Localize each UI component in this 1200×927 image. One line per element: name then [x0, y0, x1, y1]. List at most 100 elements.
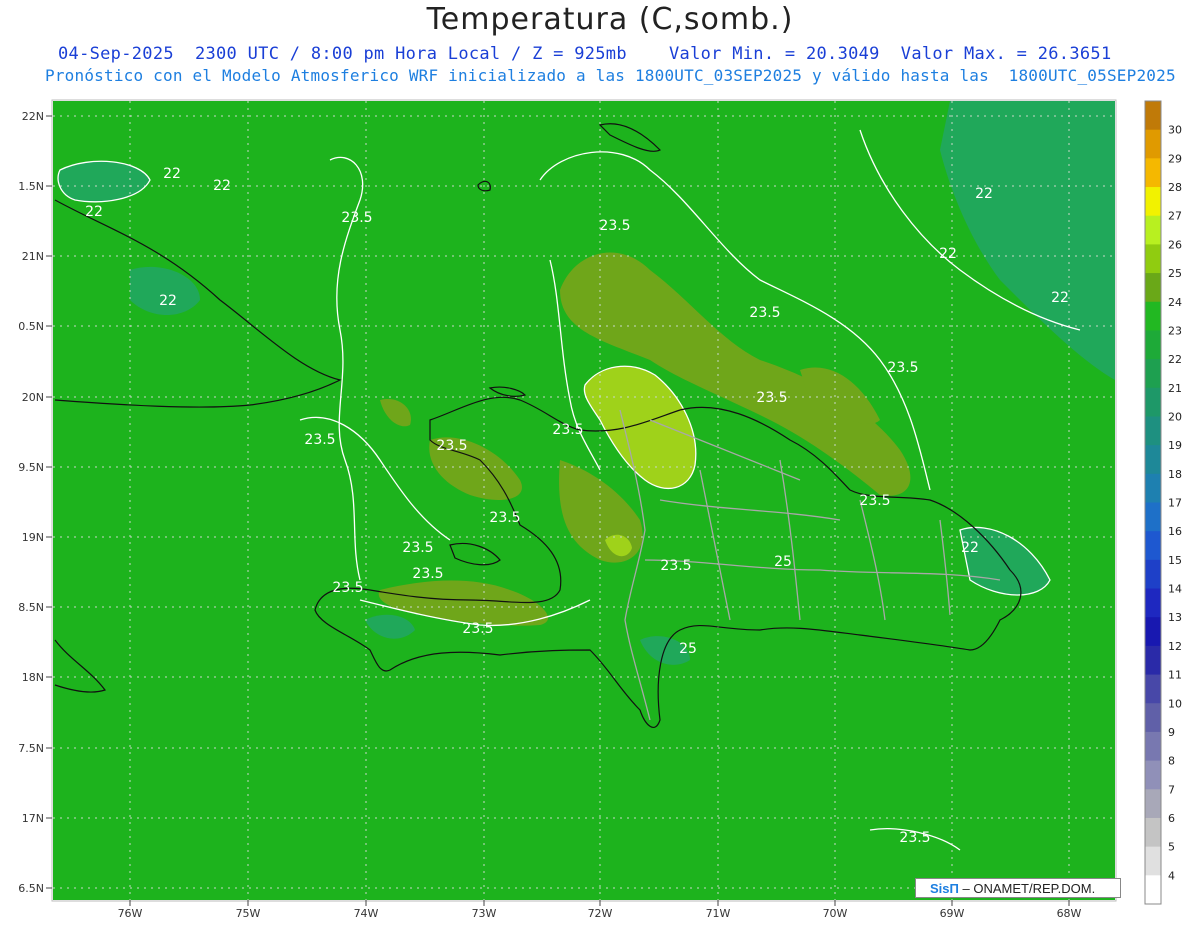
contour-label: 22: [163, 166, 181, 182]
colorbar-swatch: [1145, 387, 1161, 417]
colorbar-swatch: [1145, 187, 1161, 217]
colorbar-label: 4: [1168, 869, 1175, 882]
colorbar-swatch: [1145, 158, 1161, 188]
y-tick-label: 20N: [22, 391, 44, 404]
x-tick-label: 76W: [118, 907, 143, 920]
credit-org: – ONAMET/REP.DOM.: [962, 881, 1096, 896]
colorbar-swatch: [1145, 273, 1161, 303]
colorbar-swatch: [1145, 359, 1161, 389]
colorbar-label: 16: [1168, 525, 1182, 538]
colorbar-swatch: [1145, 645, 1161, 676]
colorbar-swatch: [1145, 846, 1161, 876]
colorbar-swatch: [1145, 531, 1161, 561]
colorbar-label: 13: [1168, 611, 1182, 624]
colorbar-swatch: [1145, 473, 1161, 503]
colorbar-swatch: [1145, 129, 1161, 159]
colorbar-label: 26: [1168, 238, 1182, 251]
colorbar-swatch: [1145, 617, 1161, 647]
colorbar-label: 12: [1168, 640, 1182, 653]
colorbar-label: 23: [1168, 324, 1182, 337]
colorbar-swatch: [1145, 301, 1161, 331]
colorbar-label: 8: [1168, 755, 1175, 768]
colorbar-swatch: [1145, 559, 1161, 590]
y-tick-label: 8.5N: [18, 601, 44, 614]
contour-label: 22: [159, 293, 177, 309]
x-tick-label: 72W: [588, 907, 613, 920]
colorbar-swatch: [1145, 330, 1161, 360]
contour-label: 25: [679, 641, 697, 657]
colorbar-swatch: [1145, 731, 1161, 762]
contour-label: 23.5: [899, 830, 930, 846]
x-tick-label: 75W: [236, 907, 261, 920]
y-tick-label: 21N: [22, 250, 44, 263]
colorbar-swatch: [1145, 875, 1161, 905]
colorbar-swatch: [1145, 674, 1161, 704]
y-tick-label: 9.5N: [18, 461, 44, 474]
y-tick-label: 7.5N: [18, 742, 44, 755]
y-tick-label: 6.5N: [18, 882, 44, 895]
colorbar-label: 5: [1168, 841, 1175, 854]
contour-label: 23.5: [341, 210, 372, 226]
contour-label: 23.5: [402, 540, 433, 556]
colorbar-label: 9: [1168, 726, 1175, 739]
colorbar-label: 29: [1168, 152, 1182, 165]
x-tick-label: 74W: [354, 907, 379, 920]
colorbar-swatch: [1145, 789, 1161, 819]
colorbar-label: 18: [1168, 468, 1182, 481]
colorbar-label: 19: [1168, 439, 1182, 452]
y-tick-label: 17N: [22, 812, 44, 825]
contour-label: 23.5: [859, 493, 890, 509]
contour-label: 23.5: [756, 390, 787, 406]
colorbar-swatch: [1145, 502, 1161, 532]
contour-label: 22: [975, 186, 993, 202]
colorbar-label: 28: [1168, 181, 1182, 194]
colorbar-label: 20: [1168, 410, 1182, 423]
x-tick-label: 70W: [823, 907, 848, 920]
colorbar-swatch: [1145, 101, 1161, 131]
contour-label: 23.5: [489, 510, 520, 526]
colorbar-label: 30: [1168, 124, 1182, 137]
x-tick-label: 69W: [940, 907, 965, 920]
contour-label: 23.5: [887, 360, 918, 376]
y-tick-label: 22N: [22, 110, 44, 123]
contour-label: 23.5: [412, 566, 443, 582]
colorbar-swatch: [1145, 817, 1161, 848]
y-tick-label: 19N: [22, 531, 44, 544]
contour-label: 23.5: [304, 432, 335, 448]
colorbar-label: 24: [1168, 296, 1182, 309]
contour-label: 25: [774, 554, 792, 570]
colorbar-swatch: [1145, 416, 1161, 446]
colorbar-label: 17: [1168, 497, 1182, 510]
contour-label: 23.5: [749, 305, 780, 321]
contour-label: 22: [213, 178, 231, 194]
contour-label: 22: [85, 204, 103, 220]
x-tick-label: 73W: [472, 907, 497, 920]
x-tick-label: 68W: [1057, 907, 1082, 920]
colorbar-swatch: [1145, 760, 1161, 790]
colorbar-label: 6: [1168, 812, 1175, 825]
colorbar-swatch: [1145, 215, 1161, 245]
y-tick-label: 0.5N: [18, 320, 44, 333]
contour-label: 23.5: [552, 422, 583, 438]
colorbar-label: 25: [1168, 267, 1182, 280]
colorbar-label: 11: [1168, 669, 1182, 682]
contour-label: 23.5: [462, 621, 493, 637]
credit-box: SisΠ – ONAMET/REP.DOM.: [915, 878, 1121, 898]
colorbar-label: 14: [1168, 583, 1182, 596]
map-figure: 22 22 22 22 22 22 22 22 23.5 23.5 23.5 23.5 23.5 23.5…: [18, 99, 1182, 920]
colorbar-swatch: [1145, 244, 1161, 274]
contour-label: 23.5: [660, 558, 691, 574]
y-tick-label: 18N: [22, 671, 44, 684]
contour-label: 22: [939, 246, 957, 262]
contour-label: 23.5: [599, 218, 630, 234]
y-tick-label: 1.5N: [18, 180, 44, 193]
contour-label: 23.5: [436, 438, 467, 454]
sispi-logo: SisΠ: [930, 881, 959, 896]
colorbar-swatch: [1145, 445, 1161, 475]
colorbar-label: 21: [1168, 382, 1182, 395]
colorbar-label: 7: [1168, 783, 1175, 796]
contour-label: 22: [961, 540, 979, 556]
colorbar-label: 10: [1168, 697, 1182, 710]
colorbar: 30 29 28 27 26 25 24 23 22 21 20 19 18 17 16 15 14 13 12 11…: [1144, 100, 1182, 905]
colorbar-swatch: [1145, 703, 1161, 733]
